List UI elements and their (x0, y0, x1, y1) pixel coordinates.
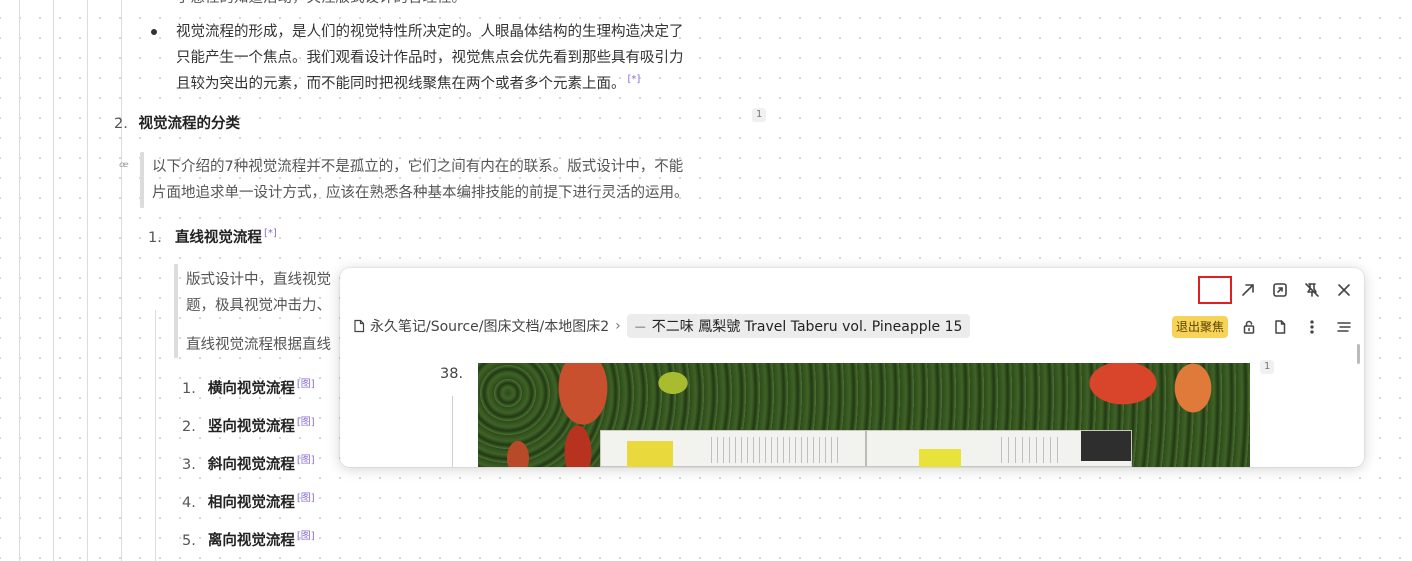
section-number: 2. (114, 116, 128, 132)
breadcrumb: 永久笔记/Source/图床文档/本地图床2 › — 不二味 鳳梨號 Trave… (352, 314, 971, 338)
indent-guide (121, 0, 122, 561)
section-title: 视觉流程的分类 (138, 116, 240, 132)
list-number: 1. (182, 381, 196, 397)
breadcrumb-current-label: 不二味 鳳梨號 Travel Taberu vol. Pineapple 15 (651, 319, 963, 335)
sub-quote-line-2: 题，极具视觉冲击力、 (186, 298, 331, 314)
list-number: 2. (182, 419, 196, 435)
subsection-title: 直线视觉流程 (174, 230, 262, 246)
list-title: 相向视觉流程 (207, 495, 295, 511)
bullet-dot (151, 29, 157, 35)
indent-guide (87, 0, 88, 561)
file-icon (354, 319, 365, 333)
lock-icon[interactable] (1238, 316, 1260, 338)
footnote-ref[interactable]: [*] (628, 74, 641, 85)
focus-highlight-button[interactable] (1198, 276, 1232, 304)
breadcrumb-current[interactable]: — 不二味 鳳梨號 Travel Taberu vol. Pineapple 1… (626, 314, 971, 338)
indent-guide (155, 310, 156, 561)
list-item: 5. 离向视觉流程 [图] (182, 528, 315, 553)
hover-preview-popup[interactable]: 永久笔记/Source/图床文档/本地图床2 › — 不二味 鳳梨號 Trave… (340, 268, 1364, 467)
list-number: 3. (182, 457, 196, 473)
subsection-heading: 1. 直线视觉流程 [*] (148, 225, 277, 250)
indent-guide (19, 0, 20, 561)
line-number: 38. (440, 366, 464, 382)
exit-focus-button[interactable]: 退出聚焦 (1172, 316, 1229, 338)
block-ref-count-badge[interactable]: 1 (1260, 360, 1275, 374)
image-ref[interactable]: [图] (297, 379, 315, 390)
bullet-line-3: 且较为突出的元素，而不能同时把视线聚焦在两个或者多个元素上面。 [*] (176, 74, 641, 92)
list-title: 斜向视觉流程 (207, 457, 295, 473)
breadcrumb-separator: › (615, 318, 621, 334)
scrollbar[interactable] (1357, 344, 1360, 364)
embedded-photo[interactable] (478, 363, 1250, 467)
image-ref[interactable]: [图] (297, 531, 315, 542)
list-title: 横向视觉流程 (207, 381, 295, 397)
list-item: 1. 横向视觉流程 [图] (182, 376, 315, 401)
quote-bar (140, 152, 144, 208)
quote-line-1: 以下介绍的7种视觉流程并不是孤立的，它们之间有内在的联系。版式设计中，不能 (152, 159, 684, 175)
jump-to-icon[interactable] (1268, 278, 1292, 302)
sub-quote-line-1: 版式设计中，直线视觉 (186, 272, 331, 288)
outline-icon[interactable] (1333, 316, 1355, 338)
photo-detail (919, 449, 961, 467)
photo-detail (711, 437, 841, 463)
sub-quote-line-3: 直线视觉流程根据直线 (186, 337, 331, 353)
image-ref[interactable]: [图] (297, 455, 315, 466)
close-icon[interactable] (1332, 278, 1356, 302)
open-external-icon[interactable] (1236, 278, 1260, 302)
quote-bar (174, 264, 178, 358)
quote-icon: ꟹ (119, 158, 129, 176)
list-title: 竖向视觉流程 (207, 419, 295, 435)
bullet-line-2: 只能产生一个焦点。我们观看设计作品时，视觉焦点会优先看到那些具有吸引力 (176, 50, 684, 66)
photo-detail (865, 431, 867, 466)
magazine-in-photo (600, 430, 1132, 467)
file-icon[interactable] (1269, 316, 1291, 338)
list-title: 离向视觉流程 (207, 533, 295, 549)
list-item: 2. 竖向视觉流程 [图] (182, 414, 315, 439)
unpin-icon[interactable] (1300, 278, 1324, 302)
list-item: 4. 相向视觉流程 [图] (182, 490, 315, 515)
indent-guide (53, 0, 54, 561)
block-ref-count-badge[interactable]: 1 (752, 108, 767, 122)
more-icon[interactable] (1301, 316, 1323, 338)
heading-level-icon: — (634, 319, 646, 333)
photo-detail (1081, 431, 1131, 461)
bullet-line-1: 视觉流程的形成，是人们的视觉特性所决定的。人眼晶体结构的生理构造决定了 (176, 24, 684, 40)
photo-detail (1001, 437, 1061, 463)
list-number: 5. (182, 533, 196, 549)
breadcrumb-path-label: 永久笔记/Source/图床文档/本地图床2 (370, 319, 610, 335)
indent-guide (452, 396, 453, 467)
breadcrumb-path[interactable]: 永久笔记/Source/图床文档/本地图床2 (352, 316, 609, 336)
section-heading: 2. 视觉流程的分类 (114, 112, 240, 136)
partial-top-line: 于感性的知道活动，关注版式设计的合理性。 (176, 0, 466, 10)
list-item: 3. 斜向视觉流程 [图] (182, 452, 315, 477)
photo-detail (627, 441, 673, 467)
subsection-number: 1. (148, 230, 162, 246)
footnote-ref[interactable]: [*] (264, 228, 277, 239)
quote-line-2: 片面地追求单一设计方式，应该在熟悉各种基本编排技能的前提下进行灵活的运用。 (152, 185, 689, 201)
image-ref[interactable]: [图] (297, 493, 315, 504)
image-ref[interactable]: [图] (297, 417, 315, 428)
list-number: 4. (182, 495, 196, 511)
